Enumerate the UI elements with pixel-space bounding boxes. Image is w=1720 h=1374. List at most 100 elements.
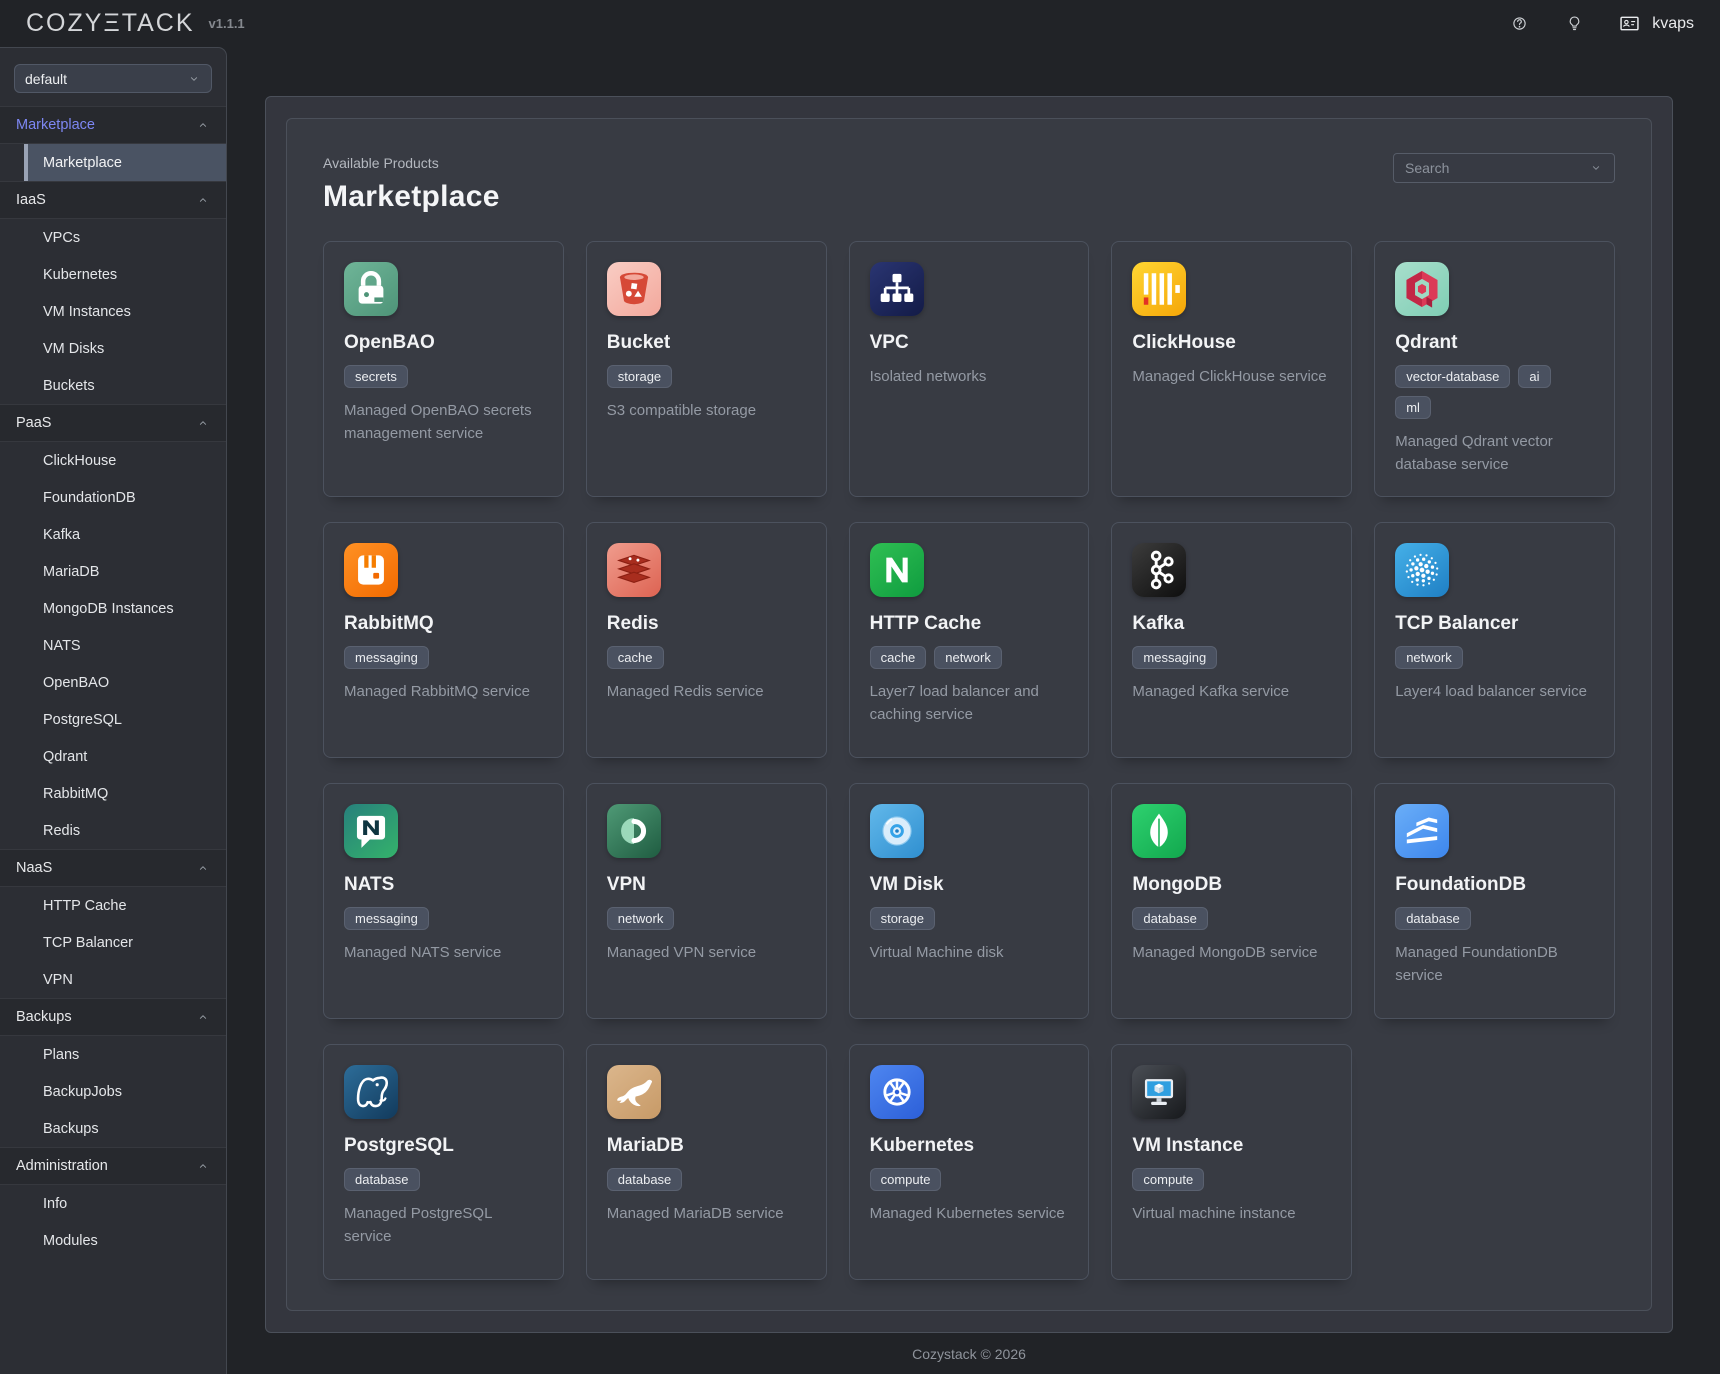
vm-monitor-icon [1132,1065,1186,1119]
card-mariadb[interactable]: MariaDB database Managed MariaDB service [586,1044,827,1280]
sidebar-item-info[interactable]: Info [0,1185,226,1222]
help-icon[interactable] [1506,10,1533,37]
sidebar-section-backups: Backups Plans BackupJobs Backups [0,998,226,1147]
card-description: Managed Qdrant vector database service [1395,431,1594,476]
section-header[interactable]: Marketplace [0,106,226,144]
sidebar-item-vpcs[interactable]: VPCs [0,219,226,256]
vpc-network-icon [870,262,924,316]
sidebar-item-label: Marketplace [43,155,122,171]
card-kafka[interactable]: Kafka messaging Managed Kafka service [1111,522,1352,758]
chevron-up-icon [196,1010,210,1024]
lightbulb-icon[interactable] [1561,10,1588,37]
section-header[interactable]: IaaS [0,181,226,219]
sidebar-item-label: Kafka [43,527,80,543]
section-items: InfoModules [0,1185,226,1259]
sidebar-item-openbao[interactable]: OpenBAO [0,664,226,701]
card-mongodb[interactable]: MongoDB database Managed MongoDB service [1111,783,1352,1019]
card-bucket[interactable]: Bucket storage S3 compatible storage [586,241,827,497]
content-outer-panel: Available Products Marketplace Search Op… [265,96,1673,1333]
sidebar-item-postgresql[interactable]: PostgreSQL [0,701,226,738]
sidebar-item-rabbitmq[interactable]: RabbitMQ [0,775,226,812]
qdrant-icon [1395,262,1449,316]
card-postgresql[interactable]: PostgreSQL database Managed PostgreSQL s… [323,1044,564,1280]
card-nats[interactable]: NATS messaging Managed NATS service [323,783,564,1019]
sidebar-item-backupjobs[interactable]: BackupJobs [0,1073,226,1110]
card-title: Kafka [1132,613,1184,635]
card-foundationdb[interactable]: FoundationDB database Managed Foundation… [1374,783,1615,1019]
sidebar-item-label: MariaDB [43,564,99,580]
card-title: Bucket [607,332,670,354]
sidebar-item-label: Backups [43,1121,99,1137]
sidebar-item-marketplace[interactable]: Marketplace [24,144,226,181]
tag-network: network [934,646,1002,669]
sidebar-section-marketplace: Marketplace Marketplace [0,106,226,181]
sidebar-item-nats[interactable]: NATS [0,627,226,664]
card-title: ClickHouse [1132,332,1235,354]
content-inner-panel: Available Products Marketplace Search Op… [286,118,1652,1311]
product-grid: OpenBAO secrets Managed OpenBAO secrets … [323,241,1615,1280]
rabbitmq-icon [344,543,398,597]
sidebar-item-clickhouse[interactable]: ClickHouse [0,442,226,479]
sidebar-item-kafka[interactable]: Kafka [0,516,226,553]
chevron-down-icon [1589,161,1603,175]
card-description: Managed ClickHouse service [1132,366,1326,389]
sidebar-item-redis[interactable]: Redis [0,812,226,849]
tag-database: database [344,1168,420,1191]
search-input[interactable]: Search [1393,153,1615,183]
section-label: Backups [16,1009,196,1025]
card-openbao[interactable]: OpenBAO secrets Managed OpenBAO secrets … [323,241,564,497]
card-description: Virtual machine instance [1132,1203,1295,1226]
card-tags: compute [1132,1168,1204,1191]
sidebar-item-label: MongoDB Instances [43,601,174,617]
card-description: Managed RabbitMQ service [344,681,530,704]
section-header[interactable]: NaaS [0,849,226,887]
card-title: OpenBAO [344,332,435,354]
card-tags: compute [870,1168,942,1191]
tag-database: database [1395,907,1471,930]
nginx-icon [870,543,924,597]
card-http-cache[interactable]: HTTP Cache cachenetwork Layer7 load bala… [849,522,1090,758]
chevron-up-icon [196,1159,210,1173]
card-vm-disk[interactable]: VM Disk storage Virtual Machine disk [849,783,1090,1019]
card-vpc[interactable]: VPC Isolated networks [849,241,1090,497]
app-version: v1.1.1 [209,16,245,31]
sidebar-item-mongodb-instances[interactable]: MongoDB Instances [0,590,226,627]
sidebar-item-backups[interactable]: Backups [0,1110,226,1147]
card-qdrant[interactable]: Qdrant vector-databaseaiml Managed Qdran… [1374,241,1615,497]
sidebar-item-qdrant[interactable]: Qdrant [0,738,226,775]
sidebar-item-buckets[interactable]: Buckets [0,367,226,404]
card-rabbitmq[interactable]: RabbitMQ messaging Managed RabbitMQ serv… [323,522,564,758]
card-clickhouse[interactable]: ClickHouse Managed ClickHouse service [1111,241,1352,497]
sidebar-item-kubernetes[interactable]: Kubernetes [0,256,226,293]
card-vm-instance[interactable]: VM Instance compute Virtual machine inst… [1111,1044,1352,1280]
sidebar-item-label: TCP Balancer [43,935,133,951]
sidebar-item-http-cache[interactable]: HTTP Cache [0,887,226,924]
card-vpn[interactable]: VPN network Managed VPN service [586,783,827,1019]
card-tags: database [607,1168,683,1191]
sidebar-item-foundationdb[interactable]: FoundationDB [0,479,226,516]
sidebar-item-label: NATS [43,638,81,654]
tag-storage: storage [870,907,935,930]
sidebar-item-tcp-balancer[interactable]: TCP Balancer [0,924,226,961]
sidebar-item-plans[interactable]: Plans [0,1036,226,1073]
sidebar-item-vpn[interactable]: VPN [0,961,226,998]
card-redis[interactable]: Redis cache Managed Redis service [586,522,827,758]
section-items: VPCsKubernetesVM InstancesVM DisksBucket… [0,219,226,404]
workspace-select[interactable]: default [14,64,212,93]
page-title: Marketplace [323,180,1615,214]
section-header[interactable]: PaaS [0,404,226,442]
user-menu[interactable]: kvaps [1616,10,1694,37]
sidebar-item-label: BackupJobs [43,1084,122,1100]
sidebar-item-vm-disks[interactable]: VM Disks [0,330,226,367]
topbar-actions: kvaps [1506,10,1694,37]
card-tcp-balancer[interactable]: TCP Balancer network Layer4 load balance… [1374,522,1615,758]
footer-copyright: Cozystack © 2026 [265,1333,1673,1374]
section-header[interactable]: Backups [0,998,226,1036]
card-kubernetes[interactable]: Kubernetes compute Managed Kubernetes se… [849,1044,1090,1280]
sidebar-item-modules[interactable]: Modules [0,1222,226,1259]
sidebar-item-mariadb[interactable]: MariaDB [0,553,226,590]
card-description: Managed VPN service [607,942,756,965]
card-description: Isolated networks [870,366,987,389]
section-header[interactable]: Administration [0,1147,226,1185]
sidebar-item-vm-instances[interactable]: VM Instances [0,293,226,330]
